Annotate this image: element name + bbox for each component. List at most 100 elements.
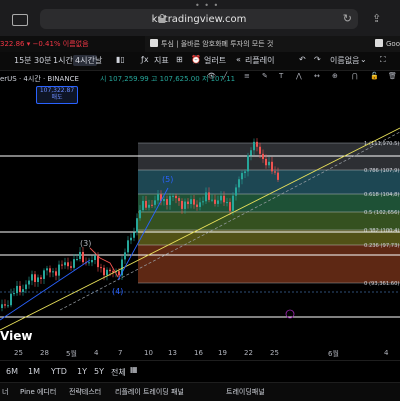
candle-body xyxy=(190,199,192,205)
time-tick-label: 19 xyxy=(218,349,227,357)
candle-body xyxy=(277,172,279,180)
timeframe-15m[interactable]: 15분 xyxy=(14,55,32,66)
text-tool-icon[interactable]: T xyxy=(279,72,283,80)
timeframe-4h[interactable]: 4시간 xyxy=(73,55,97,66)
fib-zone xyxy=(138,212,400,230)
candle-body xyxy=(202,201,204,203)
candle-body xyxy=(256,141,258,147)
wave-label: (4) xyxy=(112,287,123,296)
range-1m[interactable]: 1M xyxy=(28,367,40,376)
candle-body xyxy=(265,158,267,166)
candle-body xyxy=(232,195,234,211)
candle-body xyxy=(154,200,156,205)
replay-button[interactable]: 리플레이 xyxy=(245,55,274,66)
fib-tool-icon[interactable]: ≡ xyxy=(244,72,250,80)
bottom-tab-pine-editor[interactable]: Pine 에디터 xyxy=(20,387,56,397)
candle-body xyxy=(172,195,174,197)
indicators-icon[interactable]: ƒx xyxy=(141,55,149,64)
candle-body xyxy=(244,171,246,174)
price-chart[interactable]: 1 (111,970.5)0.786 (107,9)0.618 (104,8)0… xyxy=(0,80,400,346)
timeframe-1h[interactable]: 1시간 xyxy=(53,55,73,66)
undo-icon[interactable]: ↶ xyxy=(299,55,306,64)
range-ytd[interactable]: YTD xyxy=(51,367,67,376)
candle-body xyxy=(220,195,222,201)
tab-title: Goog xyxy=(386,40,400,48)
range-1y[interactable]: 1Y xyxy=(77,367,87,376)
time-axis[interactable]: 25 28 5월 4 7 10 13 16 19 22 25 6월 4 xyxy=(0,346,400,360)
candle-body xyxy=(13,293,15,295)
candle-body xyxy=(169,196,171,205)
candle-body xyxy=(88,262,90,264)
indicators-button[interactable]: 지표 xyxy=(154,55,169,66)
candle-body xyxy=(166,199,168,205)
candle-body xyxy=(109,269,111,272)
candle-body xyxy=(34,274,36,282)
brush-tool-icon[interactable]: ✎ xyxy=(262,72,268,80)
bottom-panel-tabs: 너 Pine 에디터 전략테스터 리플레이 트레이딩 패널 트레이딩패널 xyxy=(0,382,400,401)
fib-level-label: 0.236 (97,73) xyxy=(364,243,399,249)
alert-clock-icon[interactable]: ⏰ xyxy=(191,55,201,64)
browser-tab-bar: 322.86 ▾ −0.41% 이름없음 투심 | 올바른 암호화폐 투자의 모… xyxy=(0,36,400,53)
magnet-icon[interactable]: ⋂ xyxy=(352,72,358,80)
templates-icon[interactable]: ⊞ xyxy=(176,55,183,64)
eye-icon[interactable]: 👁 xyxy=(207,72,216,80)
share-icon[interactable]: ⇪ xyxy=(372,12,381,25)
candle-body xyxy=(94,255,96,260)
candle-body xyxy=(250,150,252,156)
time-tick-label: 25 xyxy=(270,349,279,357)
alert-button[interactable]: 얼러트 xyxy=(204,55,226,66)
range-6m[interactable]: 6M xyxy=(6,367,18,376)
candle-body xyxy=(163,199,165,202)
redo-icon[interactable]: ↷ xyxy=(314,55,321,64)
candle-body xyxy=(145,200,147,208)
tab-tusim[interactable]: 투심 | 올바른 암호화폐 투자의 모든 것 xyxy=(150,36,360,52)
bottom-tab-trading-panel[interactable]: 트레이딩패널 xyxy=(226,387,265,397)
candle-body xyxy=(55,271,57,276)
candle-body xyxy=(40,277,42,279)
pattern-tool-icon[interactable]: ⋀ xyxy=(296,72,302,80)
layout-name[interactable]: 이름없음 xyxy=(330,55,359,66)
chevron-down-icon[interactable]: ⌄ xyxy=(360,55,367,64)
tab-google[interactable]: Goog xyxy=(375,36,400,52)
fib-zone xyxy=(138,170,400,194)
calendar-icon[interactable]: ▦ xyxy=(130,365,138,374)
timeframe-30m[interactable]: 30분 xyxy=(34,55,52,66)
address-bar[interactable]: kr.tradingview.com ↻ xyxy=(40,9,358,29)
fullscreen-icon[interactable]: ⛶ xyxy=(380,55,386,65)
time-tick-label: 25 xyxy=(14,349,23,357)
candle-body xyxy=(187,201,189,205)
candle-body xyxy=(37,277,39,282)
time-tick-label: 4 xyxy=(384,349,389,357)
candle-type-icon[interactable]: ▮▯ xyxy=(116,55,125,64)
bottom-tab-strategy-tester[interactable]: 전략테스터 xyxy=(69,387,101,397)
lock-icon xyxy=(158,14,166,23)
zoom-tool-icon[interactable]: ⊕ xyxy=(332,72,338,80)
browser-top-bar: • • • kr.tradingview.com ↻ ⇪ xyxy=(0,0,400,36)
candle-body xyxy=(136,218,138,233)
candle-body xyxy=(67,262,69,267)
candle-body xyxy=(76,258,78,260)
timeframe-day[interactable]: 날 xyxy=(95,55,102,66)
tab-tradingview[interactable]: 322.86 ▾ −0.41% 이름없음 xyxy=(0,36,145,52)
time-tick-label: 16 xyxy=(194,349,203,357)
candle-body xyxy=(148,204,150,208)
fib-level-label: 0.786 (107,9) xyxy=(364,168,399,174)
candle-body xyxy=(46,268,48,271)
candle-body xyxy=(175,195,177,199)
price-badge[interactable]: 107,322.87 매도 xyxy=(36,86,78,104)
measure-tool-icon[interactable]: ↔ xyxy=(314,72,320,80)
range-all[interactable]: 전체 xyxy=(111,367,126,378)
replay-icon[interactable]: « xyxy=(236,55,241,64)
lock-drawing-icon[interactable]: 🔓 xyxy=(370,72,379,80)
reload-icon[interactable]: ↻ xyxy=(343,12,352,25)
bottom-tab-replay-panel[interactable]: 리플레이 트레이딩 패널 xyxy=(115,387,184,397)
range-5y[interactable]: 5Y xyxy=(94,367,104,376)
candle-body xyxy=(262,153,264,159)
trash-icon[interactable]: 🗑 xyxy=(388,72,397,80)
sidebar-toggle-icon[interactable] xyxy=(12,14,28,26)
bottom-tab-screener[interactable]: 너 xyxy=(2,387,8,397)
trend-line-tool-icon[interactable]: ╱ xyxy=(223,72,227,80)
google-favicon-icon xyxy=(375,39,383,47)
candle-body xyxy=(217,200,219,204)
fib-level-label: 0.618 (104,8) xyxy=(364,192,399,198)
